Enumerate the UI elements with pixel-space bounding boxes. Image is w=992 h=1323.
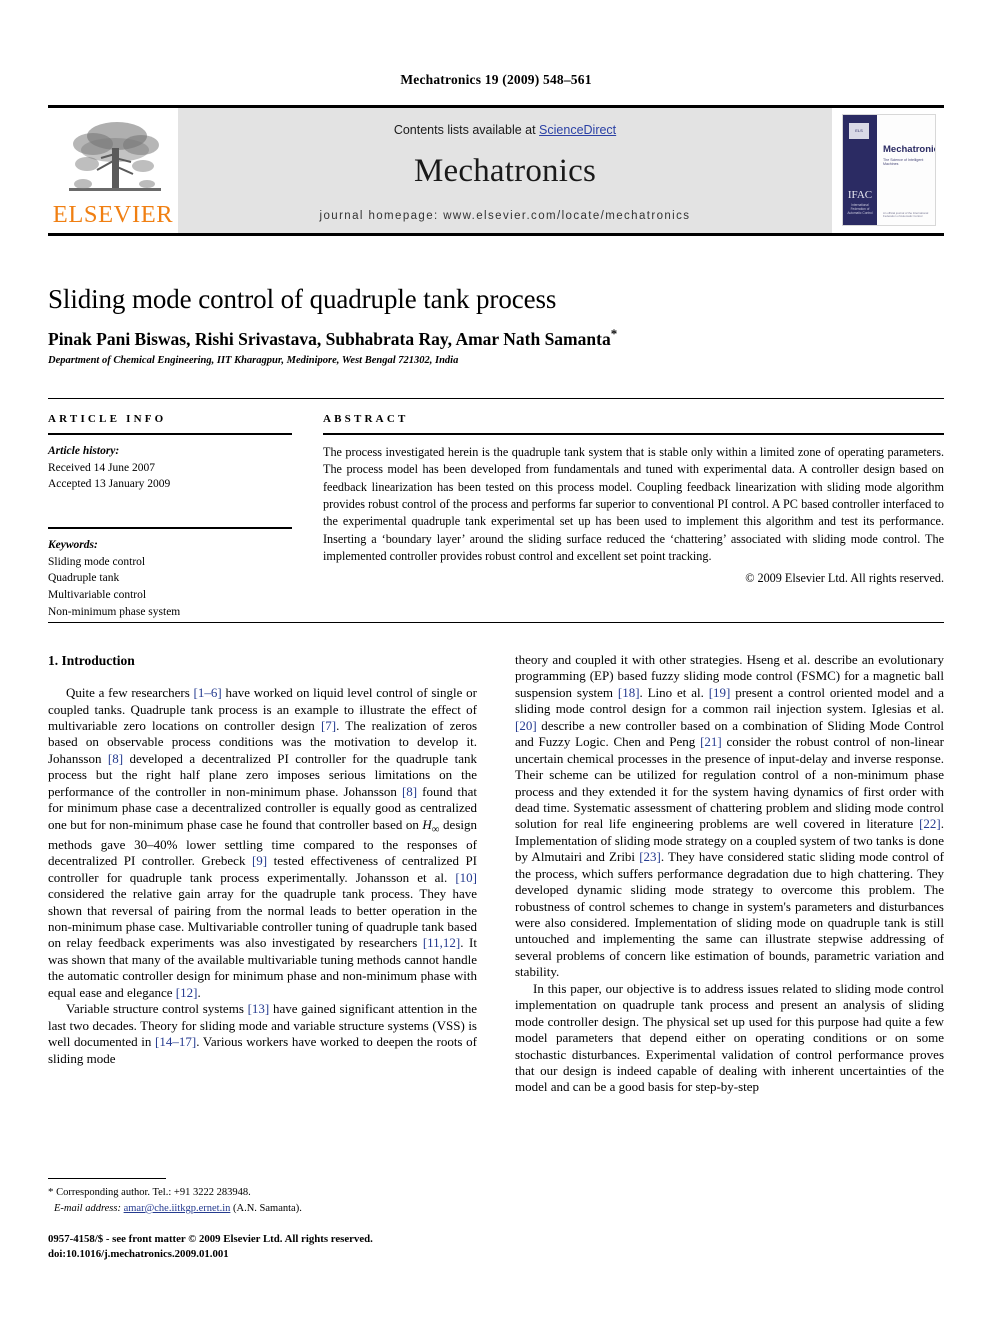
article-info-block: ARTICLE INFO Article history: Received 1… — [48, 413, 292, 620]
footnote-email-line: E-mail address: amar@che.iitkgp.ernet.in… — [48, 1201, 477, 1217]
keywords-group: Keywords: Sliding mode control Quadruple… — [48, 537, 292, 620]
elsevier-wordmark: ELSEVIER — [52, 201, 174, 228]
author-names: Pinak Pani Biswas, Rishi Srivastava, Sub… — [48, 328, 611, 349]
corresponding-author-marker: * — [610, 326, 618, 341]
ifac-glyph-icon: IFAC — [847, 189, 873, 201]
email-label: E-mail address: — [54, 1202, 121, 1214]
elsevier-tree-icon — [69, 122, 161, 191]
keyword-item: Multivariable control — [48, 589, 147, 602]
cover-tagline: The Science of Intelligent Machines — [883, 158, 924, 167]
page-footer: 0957-4158/$ - see front matter © 2009 El… — [48, 1232, 648, 1261]
footnote-corresponding-text: Corresponding author. Tel.: +91 3222 283… — [56, 1187, 251, 1198]
paper-page: Mechatronics 19 (2009) 548–561 ELSEVIER … — [0, 0, 992, 1323]
issn-copyright-line: 0957-4158/$ - see front matter © 2009 El… — [48, 1233, 373, 1245]
elsevier-logo: ELSEVIER — [48, 108, 178, 233]
keywords-rule — [48, 527, 292, 530]
footnote-rule — [48, 1178, 166, 1179]
abstract-rule — [323, 433, 944, 435]
cover-society-mark: IFAC International Federation of Automat… — [847, 189, 873, 216]
contents-prefix: Contents lists available at — [393, 123, 540, 137]
article-info-rule-top — [48, 433, 292, 435]
paragraph: theory and coupled it with other strateg… — [515, 652, 944, 980]
paragraph: Quite a few researchers [1–6] have worke… — [48, 685, 478, 1000]
keywords-label: Keywords: — [48, 539, 98, 552]
keyword-item: Quadruple tank — [48, 572, 120, 585]
corresponding-author-footnote: * Corresponding author. Tel.: +91 3222 2… — [48, 1178, 477, 1217]
author-affiliation: Department of Chemical Engineering, IIT … — [48, 355, 459, 366]
abstract-heading: ABSTRACT — [323, 413, 409, 425]
journal-homepage-line[interactable]: journal homepage: www.elsevier.com/locat… — [178, 210, 832, 222]
cover-journal-title: Mechatronics — [883, 144, 935, 155]
journal-cover-thumbnail[interactable]: ELS IFAC International Federation of Aut… — [832, 108, 944, 233]
article-history-label: Article history: — [48, 445, 120, 457]
article-info-heading: ARTICLE INFO — [48, 413, 167, 425]
running-head: Mechatronics 19 (2009) 548–561 — [400, 72, 592, 87]
cover-card: ELS IFAC International Federation of Aut… — [842, 114, 936, 226]
contents-available-line: Contents lists available at ScienceDirec… — [178, 108, 832, 137]
journal-banner: Contents lists available at ScienceDirec… — [178, 108, 832, 233]
cover-footer-text: An official journal of the International… — [883, 210, 929, 219]
abstract-bottom-rule — [48, 622, 944, 623]
keyword-item: Non-minimum phase system — [48, 605, 181, 618]
article-history-group: Article history: Received 14 June 2007 A… — [48, 443, 292, 493]
doi-line: doi:10.1016/j.mechatronics.2009.01.001 — [48, 1247, 229, 1260]
sciencedirect-link[interactable]: ScienceDirect — [539, 123, 616, 137]
header-divider-rule — [48, 398, 944, 399]
abstract-copyright: © 2009 Elsevier Ltd. All rights reserved… — [745, 571, 944, 586]
footnote-marker: * — [48, 1186, 54, 1198]
paragraph: Variable structure control systems [13] … — [48, 1001, 477, 1066]
keyword-item: Sliding mode control — [48, 555, 146, 568]
ifac-subtext: International Federation of Automatic Co… — [847, 203, 873, 215]
abstract-text: The process investigated herein is the q… — [323, 445, 944, 563]
footnote-corresponding-line: * Corresponding author. Tel.: +91 3222 2… — [48, 1184, 477, 1201]
cover-publisher-badge: ELS — [849, 123, 869, 139]
email-owner: (A.N. Samanta). — [233, 1202, 302, 1214]
accepted-date: Accepted 13 January 2009 — [48, 478, 171, 491]
journal-title: Mechatronics — [414, 153, 596, 189]
paragraph: In this paper, our objective is to addre… — [515, 980, 944, 1095]
journal-masthead: ELSEVIER Contents lists available at Sci… — [48, 105, 944, 236]
email-link[interactable]: amar@che.iitkgp.ernet.in — [124, 1203, 231, 1214]
body-column-right: theory and coupled it with other strateg… — [515, 652, 944, 1096]
section-heading-introduction: 1. Introduction — [48, 653, 135, 668]
received-date: Received 14 June 2007 — [48, 461, 155, 474]
body-column-left: 1. Introduction Quite a few researchers … — [48, 652, 477, 1067]
paper-title: Sliding mode control of quadruple tank p… — [48, 284, 557, 314]
abstract-block: ABSTRACT The process investigated herein… — [323, 413, 944, 586]
author-list: Pinak Pani Biswas, Rishi Srivastava, Sub… — [48, 326, 928, 350]
